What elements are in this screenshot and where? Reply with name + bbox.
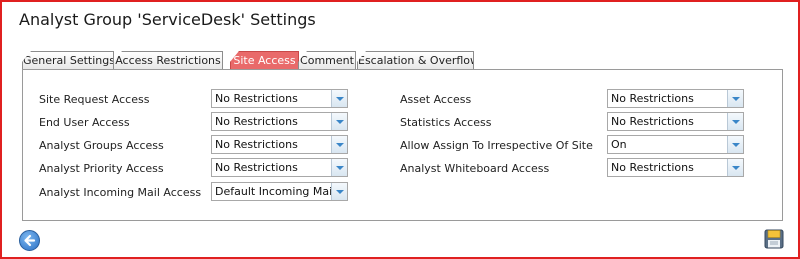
asset-access-select[interactable]: No Restrictions — [607, 89, 744, 108]
tab-general-settings[interactable]: General Settings — [22, 51, 114, 70]
settings-window: Analyst Group 'ServiceDesk' Settings Gen… — [0, 0, 800, 259]
tab-access-restrictions[interactable]: Access Restrictions — [113, 51, 223, 70]
chevron-down-icon[interactable] — [331, 159, 347, 176]
page-title: Analyst Group 'ServiceDesk' Settings — [19, 10, 316, 29]
back-button[interactable] — [19, 230, 40, 251]
analyst-whiteboard-access-label: Analyst Whiteboard Access — [400, 162, 550, 175]
floppy-disk-icon — [764, 229, 784, 249]
allow-assign-irrespective-of-site-label: Allow Assign To Irrespective Of Site — [400, 139, 593, 152]
site-request-access-label: Site Request Access — [39, 93, 150, 106]
analyst-priority-access-select[interactable]: No Restrictions — [211, 158, 348, 177]
end-user-access-label: End User Access — [39, 116, 130, 129]
back-arrow-icon — [24, 234, 36, 247]
analyst-priority-access-value: No Restrictions — [215, 161, 298, 174]
analyst-groups-access-select[interactable]: No Restrictions — [211, 135, 348, 154]
tab-escalation-overflow[interactable]: Escalation & Overflow — [357, 51, 474, 70]
allow-assign-irrespective-of-site-value: On — [611, 138, 627, 151]
site-access-panel: Site Request Access No Restrictions End … — [22, 69, 783, 221]
analyst-priority-access-label: Analyst Priority Access — [39, 162, 164, 175]
site-request-access-value: No Restrictions — [215, 92, 298, 105]
end-user-access-value: No Restrictions — [215, 115, 298, 128]
asset-access-label: Asset Access — [400, 93, 472, 106]
tab-site-access[interactable]: Site Access — [230, 51, 299, 70]
analyst-groups-access-value: No Restrictions — [215, 138, 298, 151]
chevron-down-icon[interactable] — [727, 159, 743, 176]
asset-access-value: No Restrictions — [611, 92, 694, 105]
statistics-access-value: No Restrictions — [611, 115, 694, 128]
chevron-down-icon[interactable] — [331, 183, 347, 200]
chevron-down-icon[interactable] — [331, 90, 347, 107]
analyst-whiteboard-access-value: No Restrictions — [611, 161, 694, 174]
statistics-access-select[interactable]: No Restrictions — [607, 112, 744, 131]
chevron-down-icon[interactable] — [727, 90, 743, 107]
allow-assign-irrespective-of-site-select[interactable]: On — [607, 135, 744, 154]
analyst-incoming-mail-access-select[interactable]: Default Incoming Mail Or — [211, 182, 348, 201]
tab-comment[interactable]: Comment — [298, 51, 356, 70]
chevron-down-icon[interactable] — [727, 113, 743, 130]
analyst-incoming-mail-access-value: Default Incoming Mail Or — [215, 185, 332, 198]
chevron-down-icon[interactable] — [331, 113, 347, 130]
analyst-groups-access-label: Analyst Groups Access — [39, 139, 164, 152]
save-button[interactable] — [764, 229, 784, 249]
chevron-down-icon[interactable] — [331, 136, 347, 153]
analyst-incoming-mail-access-label: Analyst Incoming Mail Access — [39, 186, 202, 199]
chevron-down-icon[interactable] — [727, 136, 743, 153]
analyst-whiteboard-access-select[interactable]: No Restrictions — [607, 158, 744, 177]
end-user-access-select[interactable]: No Restrictions — [211, 112, 348, 131]
site-request-access-select[interactable]: No Restrictions — [211, 89, 348, 108]
statistics-access-label: Statistics Access — [400, 116, 492, 129]
